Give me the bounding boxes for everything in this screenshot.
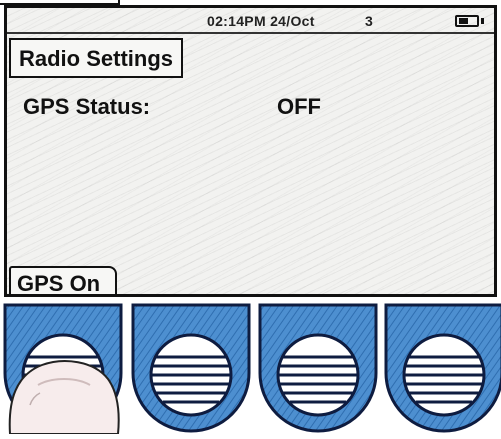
- softkey-2-button[interactable]: [131, 303, 251, 434]
- finger-pressing-icon: [2, 355, 132, 435]
- softkey-3-button[interactable]: [258, 303, 378, 434]
- battery-tip: [481, 18, 484, 24]
- device-screen: 02:14PM 24/Oct 3 Radio Settings GPS Stat…: [4, 5, 497, 297]
- softkey-1-label: GPS On: [9, 266, 117, 294]
- battery-icon: [455, 15, 479, 27]
- status-divider: [7, 32, 494, 34]
- status-time-date: 02:14PM 24/Oct: [207, 13, 315, 29]
- gps-status-value: OFF: [277, 94, 321, 119]
- page-title: Radio Settings: [9, 38, 184, 78]
- softkey-4-button[interactable]: [384, 303, 501, 434]
- signal-indicator: 3: [365, 13, 373, 29]
- status-bar: 02:14PM 24/Oct 3: [7, 8, 494, 34]
- gps-status-label: GPS Status:: [23, 94, 151, 119]
